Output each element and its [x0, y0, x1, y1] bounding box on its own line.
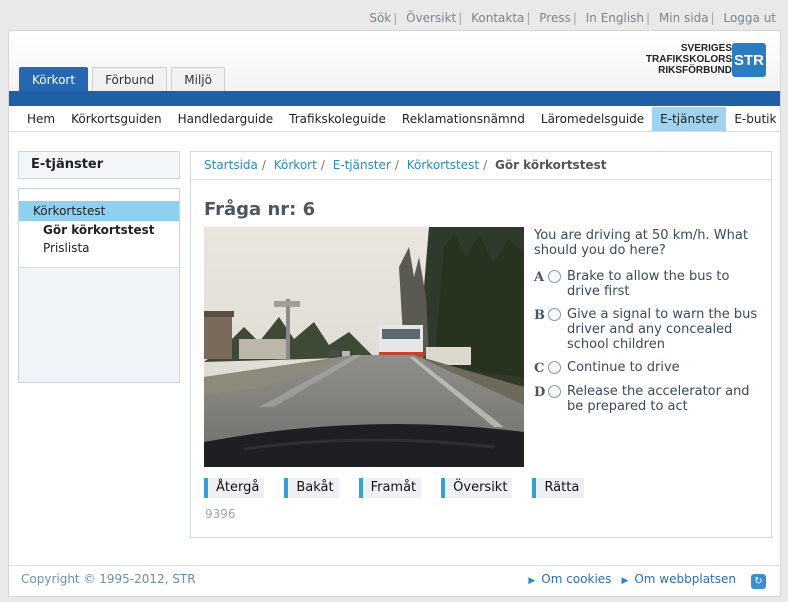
footer-link-webbplatsen[interactable]: ▶ Om webbplatsen	[621, 572, 736, 586]
back-button[interactable]: Bakåt	[284, 478, 339, 498]
share-icon[interactable]: ↻	[751, 574, 766, 589]
nav-item-hem[interactable]: Hem	[19, 107, 63, 131]
answer-text: Release the accelerator and be prepared …	[567, 384, 750, 414]
breadcrumb-startsida[interactable]: Startsida	[204, 158, 258, 172]
nav-item-korkortsguiden[interactable]: Körkortsguiden	[63, 107, 169, 131]
sidebar-item-prislista[interactable]: Prislista	[19, 239, 179, 257]
sidebar: Körkortstest Gör körkortstest Prislista	[18, 188, 180, 383]
page-container: SVERIGES TRAFIKSKOLORS RIKSFÖRBUND STR K…	[8, 30, 781, 597]
nav-item-laromedelsguide[interactable]: Läromedelsguide	[533, 107, 652, 131]
breadcrumb-e-tjanster[interactable]: E-tjänster	[333, 158, 391, 172]
question-photo	[204, 227, 524, 467]
sidebar-item-korkortstest[interactable]: Körkortstest	[19, 201, 179, 221]
question-id: 9396	[205, 507, 236, 521]
answer-text: Give a signal to warn the bus driver and…	[567, 307, 758, 352]
answer-radio-b[interactable]	[548, 308, 561, 321]
breadcrumb-korkortstest[interactable]: Körkortstest	[407, 158, 479, 172]
forward-button[interactable]: Framåt	[358, 478, 422, 498]
answer-text: Continue to drive	[567, 360, 680, 375]
answer-radio-d[interactable]	[548, 385, 561, 398]
correct-button[interactable]: Rätta	[532, 478, 585, 498]
header-bar	[9, 91, 780, 106]
top-link-kontakta[interactable]: Kontakta	[471, 11, 524, 25]
top-link-press[interactable]: Press	[539, 11, 571, 25]
arrow-icon: ▶	[621, 576, 629, 586]
main-content: Startsida / Körkort / E-tjänster / Körkorts…	[190, 151, 772, 538]
breadcrumb-current: Gör körkortstest	[494, 158, 607, 172]
tab-forbund[interactable]: Förbund	[92, 67, 168, 91]
return-button[interactable]: Återgå	[204, 478, 265, 498]
overview-button[interactable]: Översikt	[441, 478, 513, 498]
answer-option-b[interactable]: B Give a signal to warn the bus driver a…	[534, 307, 766, 352]
footer-link-label: Om cookies	[541, 572, 612, 586]
top-links: Sök | Översikt | Kontakta | Press | In Engli…	[369, 11, 776, 25]
footer-link-label: Om webbplatsen	[634, 572, 736, 586]
question-text: You are driving at 50 km/h. What should …	[534, 228, 748, 258]
sidebar-title: E-tjänster	[18, 151, 180, 179]
answer-option-a[interactable]: A Brake to allow the bus to drive first	[534, 269, 766, 299]
top-link-english[interactable]: In English	[586, 11, 644, 25]
logo-line: RIKSFÖRBUND	[658, 65, 732, 76]
top-link-sok[interactable]: Sök	[369, 11, 391, 25]
top-link-oversikt[interactable]: Översikt	[406, 11, 456, 25]
logo-line: SVERIGES	[680, 43, 732, 54]
answer-text: Brake to allow the bus to drive first	[567, 269, 730, 299]
logo-line: TRAFIKSKOLORS	[645, 54, 732, 65]
nav-item-handledarguide[interactable]: Handledarguide	[170, 107, 282, 131]
footer: Copyright © 1995-2012, STR ▶ Om cookies ▶…	[9, 565, 780, 595]
top-link-min-sida[interactable]: Min sida	[659, 11, 709, 25]
answer-option-c[interactable]: C Continue to drive	[534, 360, 766, 376]
answer-option-d[interactable]: D Release the accelerator and be prepare…	[534, 384, 766, 414]
sidebar-item-gor-korkortstest[interactable]: Gör körkortstest	[19, 221, 179, 239]
section-tabs: Körkort Förbund Miljö	[19, 67, 229, 91]
tab-miljo[interactable]: Miljö	[171, 67, 225, 91]
answer-radio-c[interactable]	[548, 361, 561, 374]
top-link-logga-ut[interactable]: Logga ut	[723, 11, 776, 25]
footer-link-cookies[interactable]: ▶ Om cookies	[528, 572, 611, 586]
question-title: Fråga nr: 6	[204, 199, 316, 220]
tab-korkort[interactable]: Körkort	[19, 67, 89, 91]
arrow-icon: ▶	[528, 576, 536, 586]
answer-list: A Brake to allow the bus to drive first …	[534, 269, 766, 422]
footer-links: ▶ Om cookies ▶ Om webbplatsen	[518, 572, 736, 586]
nav-item-reklamationsnamnd[interactable]: Reklamationsnämnd	[394, 107, 533, 131]
answer-radio-a[interactable]	[548, 270, 561, 283]
quiz-buttons: Återgå Bakåt Framåt Översikt Rätta	[204, 478, 604, 498]
breadcrumb-korkort[interactable]: Körkort	[274, 158, 317, 172]
header: SVERIGES TRAFIKSKOLORS RIKSFÖRBUND STR K…	[9, 31, 780, 91]
sidebar-group: Körkortstest Gör körkortstest Prislista	[19, 189, 179, 268]
answer-letter: B	[534, 308, 545, 323]
answer-letter: D	[534, 385, 546, 400]
answer-letter: C	[534, 361, 545, 376]
nav-item-trafikskoleguide[interactable]: Trafikskoleguide	[281, 107, 394, 131]
main-nav: Hem Körkortsguiden Handledarguide Trafik…	[9, 106, 780, 132]
logo[interactable]: SVERIGES TRAFIKSKOLORS RIKSFÖRBUND	[646, 43, 732, 76]
nav-item-e-butik[interactable]: E-butik	[726, 107, 784, 131]
nav-item-e-tjanster[interactable]: E-tjänster	[652, 107, 727, 131]
copyright: Copyright © 1995-2012, STR	[21, 572, 196, 586]
breadcrumb: Startsida / Körkort / E-tjänster / Körkorts…	[191, 152, 771, 180]
logo-badge[interactable]: STR	[732, 43, 766, 77]
answer-letter: A	[534, 270, 545, 285]
